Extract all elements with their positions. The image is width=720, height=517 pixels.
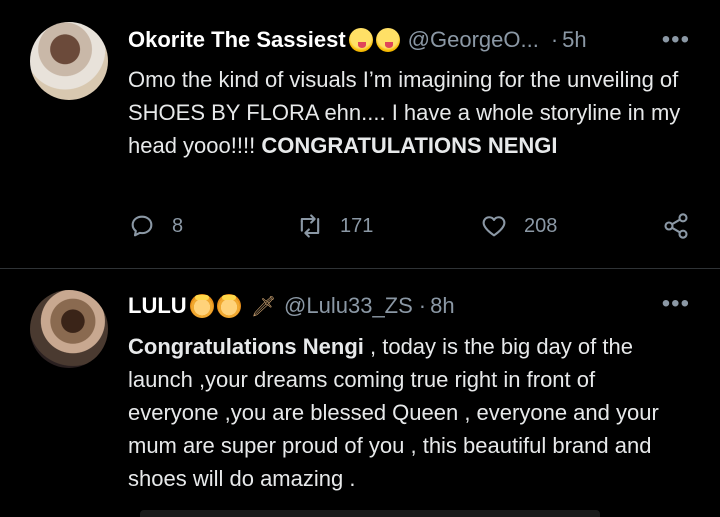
separator-dot: ·	[418, 293, 427, 318]
tweet-text-bold: Congratulations Nengi	[128, 334, 364, 359]
tweet-header: LULU 🗡 @Lulu33_ZS · 8h	[128, 288, 455, 324]
tweet-text: Congratulations Nengi , today is the big…	[128, 330, 688, 495]
timestamp[interactable]: 8h	[430, 293, 454, 319]
user-handle[interactable]: @GeorgeO...	[408, 27, 539, 53]
tweet-1[interactable]: Okorite The Sassiest @GeorgeO... · 5h ••…	[0, 0, 720, 268]
tweet-actions: 8 171 208	[128, 212, 698, 248]
dagger-emoji-icon: 🗡	[250, 295, 277, 318]
reply-count: 8	[172, 214, 184, 237]
heart-icon	[482, 216, 506, 237]
more-icon[interactable]: •••	[662, 292, 690, 316]
next-tweet-edge	[140, 510, 600, 517]
share-button[interactable]	[662, 212, 706, 240]
savoring-food-emoji-icon	[348, 28, 373, 52]
reply-icon	[131, 215, 153, 237]
retweet-icon	[300, 214, 320, 238]
retweet-button[interactable]: 171	[296, 212, 373, 240]
user-handle[interactable]: @Lulu33_ZS	[284, 293, 413, 319]
tweet-divider	[0, 268, 720, 269]
reply-button[interactable]: 8	[128, 212, 183, 240]
tweet-2[interactable]: LULU 🗡 @Lulu33_ZS · 8h ••• Congratulatio…	[0, 270, 720, 517]
avatar[interactable]	[30, 22, 108, 100]
tweet-header: Okorite The Sassiest @GeorgeO... · 5h	[128, 22, 587, 58]
display-name[interactable]: LULU	[128, 293, 187, 319]
savoring-food-emoji-icon	[375, 28, 400, 52]
more-icon[interactable]: •••	[662, 28, 690, 52]
tweet-text: Omo the kind of visuals I’m imagining fo…	[128, 63, 688, 162]
princess-emoji-icon	[216, 294, 241, 318]
retweet-count: 171	[340, 214, 374, 237]
separator-dot: ·	[550, 27, 559, 52]
display-name[interactable]: Okorite The Sassiest	[128, 27, 346, 53]
like-count: 208	[524, 214, 558, 237]
share-icon	[664, 213, 688, 239]
tweet-text-bold: CONGRATULATIONS NENGI	[261, 133, 558, 158]
timestamp[interactable]: 5h	[562, 27, 586, 53]
like-button[interactable]: 208	[480, 212, 557, 240]
princess-emoji-icon	[189, 294, 214, 318]
avatar[interactable]	[30, 290, 108, 368]
